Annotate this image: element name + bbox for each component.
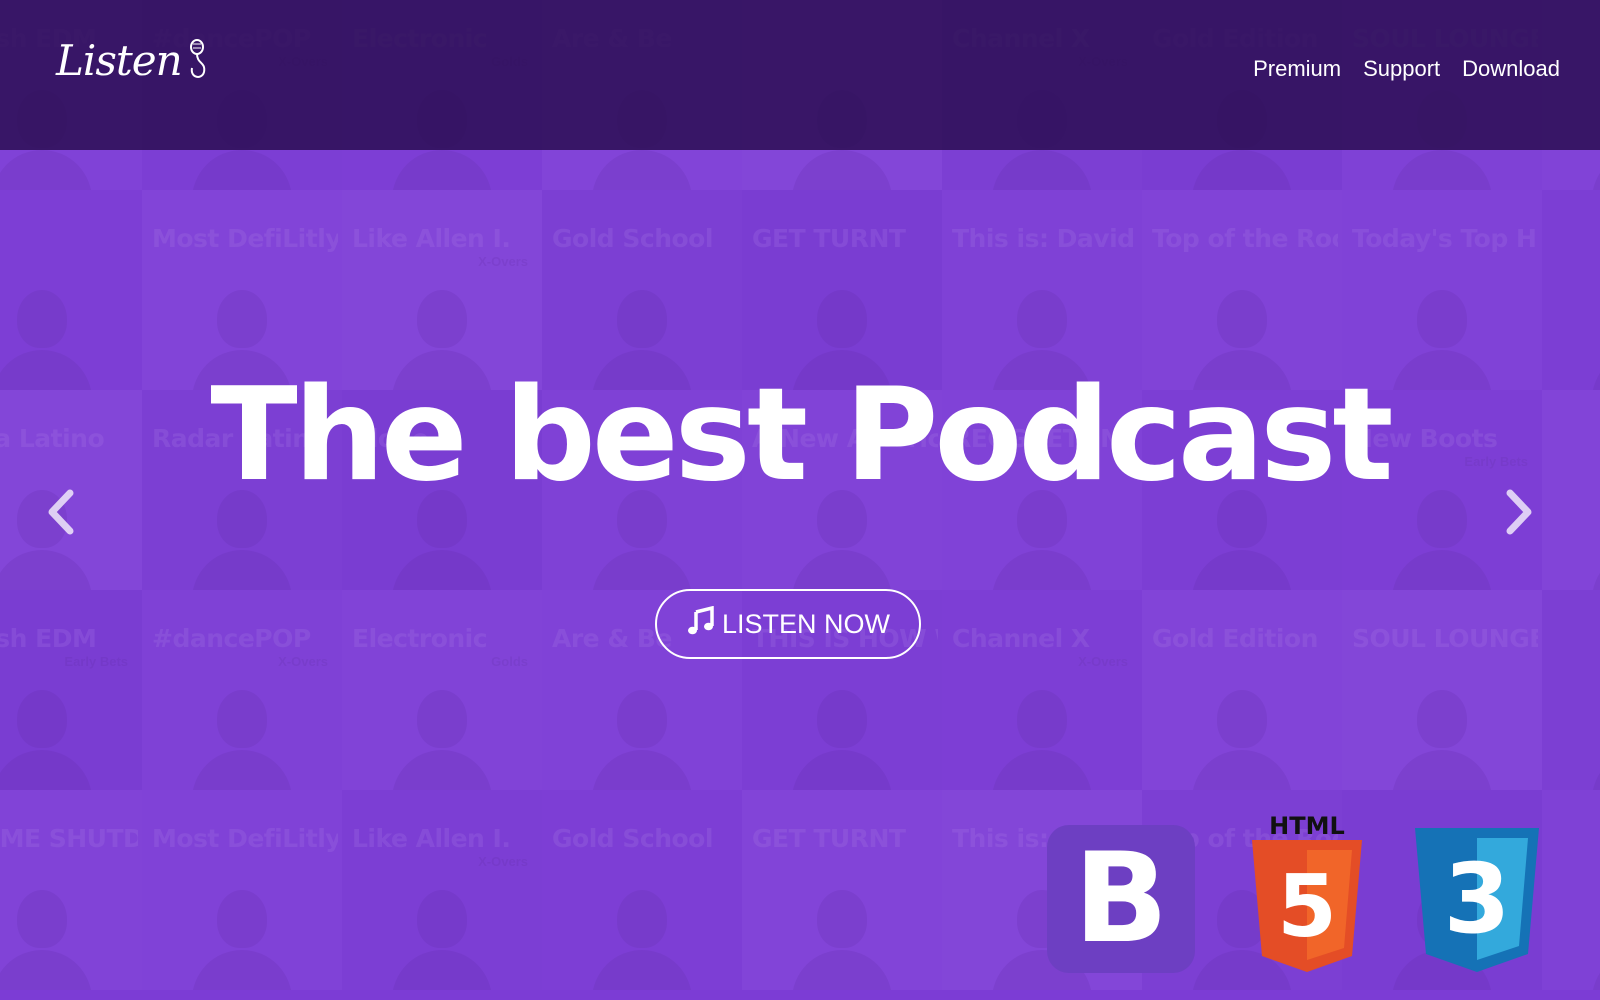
chevron-left-icon <box>40 489 80 541</box>
nav-support[interactable]: Support <box>1363 56 1440 82</box>
carousel-next-button[interactable] <box>1500 487 1540 537</box>
html5-digit: 5 <box>1277 857 1337 957</box>
chevron-right-icon <box>1500 489 1540 541</box>
hero-headline: The best Podcast <box>210 361 1393 510</box>
css3-digit: 3 <box>1444 843 1511 955</box>
carousel-prev-button[interactable] <box>40 487 80 537</box>
listen-now-button[interactable]: LISTEN NOW <box>655 589 921 659</box>
bootstrap-logo: B <box>1047 825 1195 973</box>
html5-wordmark: HTML <box>1269 812 1345 840</box>
hero-carousel: Fresh EDM#dancePOPX-OversElectronicGolds… <box>0 0 1600 1000</box>
nav-download[interactable]: Download <box>1462 56 1560 82</box>
css3-shield-icon: 3 <box>1415 828 1539 972</box>
music-note-icon <box>686 605 716 643</box>
listen-now-label: LISTEN NOW <box>721 608 890 639</box>
nav-links: Premium Support Download <box>1253 56 1560 82</box>
css3-logo: 3 <box>1415 828 1539 972</box>
bootstrap-letter: B <box>1047 825 1195 973</box>
nav-premium[interactable]: Premium <box>1253 56 1341 82</box>
navbar: Listen Premium Support Download <box>0 0 1600 150</box>
brand-name: Listen <box>56 36 183 85</box>
html5-shield-icon: 5 <box>1252 840 1362 972</box>
microphone-icon <box>184 38 210 87</box>
brand-logo[interactable]: Listen <box>56 36 210 96</box>
html5-logo: HTML 5 <box>1252 812 1362 972</box>
